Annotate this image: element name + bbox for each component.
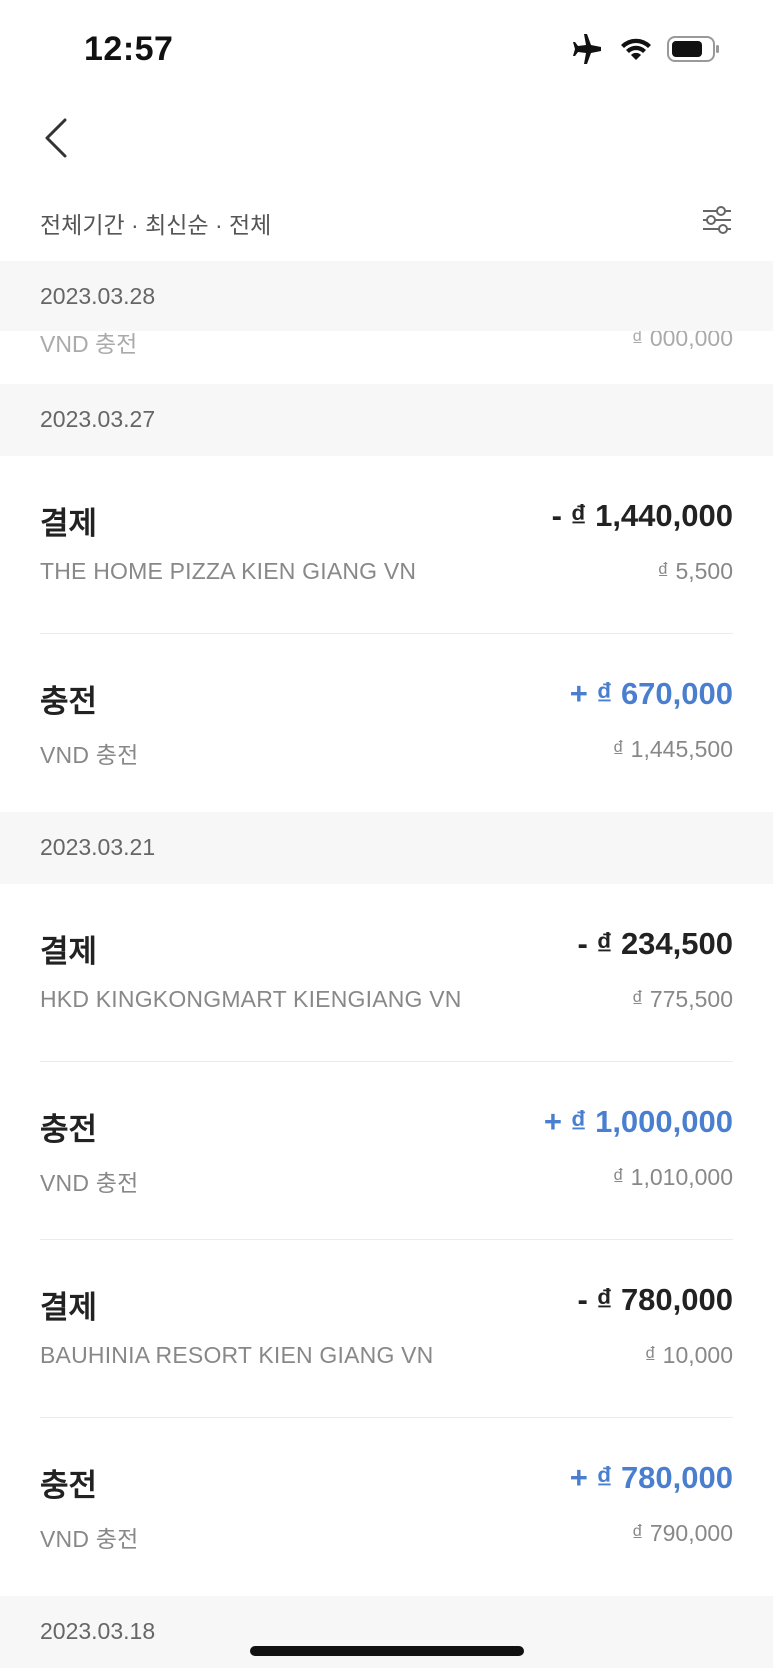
filter-summary[interactable]: 전체기간 · 최신순 · 전체 [40,206,271,240]
transaction-list[interactable]: VND 충전 ₫ 000,000 2023.03.27 결제 - ₫ 1,440… [0,261,773,1673]
date-label: 2023.03.21 [40,834,156,860]
status-icons [573,34,721,64]
transaction-balance: ₫ 775,500 [631,986,733,1012]
transaction-balance: ₫ 1,010,000 [612,1164,733,1190]
transaction-type: 결제 [40,1290,98,1325]
sticky-date: 2023.03.28 [40,283,156,309]
transaction-merchant: VND 충전 [40,1170,139,1196]
transaction-row[interactable]: 충전 + ₫ 1,000,000 VND 충전 ₫ 1,010,000 [0,1062,773,1240]
transaction-amount: + ₫ 670,000 [569,676,733,711]
transaction-merchant: VND 충전 [40,1526,139,1552]
transaction-type: 충전 [40,1112,98,1147]
status-bar: 12:57 [0,0,773,100]
transaction-merchant: THE HOME PIZZA KIEN GIANG VN [40,558,417,584]
date-header: 2023.03.21 [0,812,773,884]
transaction-merchant: BAUHINIA RESORT KIEN GIANG VN [40,1342,434,1368]
sliders-icon[interactable] [699,202,735,238]
chevron-left-icon [45,118,67,158]
date-label: 2023.03.18 [40,1618,156,1644]
date-label: 2023.03.27 [40,406,156,432]
transaction-row[interactable]: 충전 + ₫ 780,000 VND 충전 ₫ 790,000 [0,1418,773,1596]
transaction-row[interactable]: 충전 + ₫ 670,000 VND 충전 ₫ 1,445,500 [0,634,773,812]
transaction-balance: ₫ 1,445,500 [612,736,733,762]
sticky-date-header: 2023.03.28 [0,261,773,331]
transaction-amount: - ₫ 234,500 [577,926,733,961]
transaction-balance: ₫ 790,000 [631,1520,733,1546]
date-header: 2023.03.27 [0,384,773,456]
battery-icon [667,36,721,62]
transaction-row[interactable]: 결제 - ₫ 780,000 BAUHINIA RESORT KIEN GIAN… [0,1240,773,1418]
transaction-merchant: VND 충전 [40,742,139,768]
transaction-amount: - ₫ 780,000 [577,1282,733,1317]
partial-transaction-row[interactable]: VND 충전 ₫ 000,000 [0,325,773,384]
filter-row[interactable]: 전체기간 · 최신순 · 전체 [0,196,773,246]
back-button[interactable] [26,110,86,166]
date-header: 2023.03.18 [0,1596,773,1668]
transaction-type: 결제 [40,934,98,969]
home-indicator[interactable] [250,1646,524,1656]
transaction-type: 결제 [40,506,98,541]
transaction-type: 충전 [40,684,98,719]
transaction-amount: - ₫ 1,440,000 [551,498,733,533]
transaction-row[interactable]: 결제 - ₫ 1,440,000 THE HOME PIZZA KIEN GIA… [0,456,773,634]
transaction-type: 충전 [40,1468,98,1503]
transaction-merchant: HKD KINGKONGMART KIENGIANG VN [40,986,462,1012]
transaction-balance: ₫ 5,500 [657,558,733,584]
transaction-row[interactable]: 결제 - ₫ 234,500 HKD KINGKONGMART KIENGIAN… [0,884,773,1062]
airplane-icon [573,34,605,64]
status-time: 12:57 [84,30,174,68]
transaction-amount: + ₫ 1,000,000 [543,1104,733,1139]
transaction-amount: + ₫ 780,000 [569,1460,733,1495]
screen: 12:57 전체기간 · 최신순 · 전체 2023.03.28 VND 충전 … [0,0,773,1673]
wifi-icon [619,36,653,62]
transaction-balance: ₫ 10,000 [644,1342,733,1368]
